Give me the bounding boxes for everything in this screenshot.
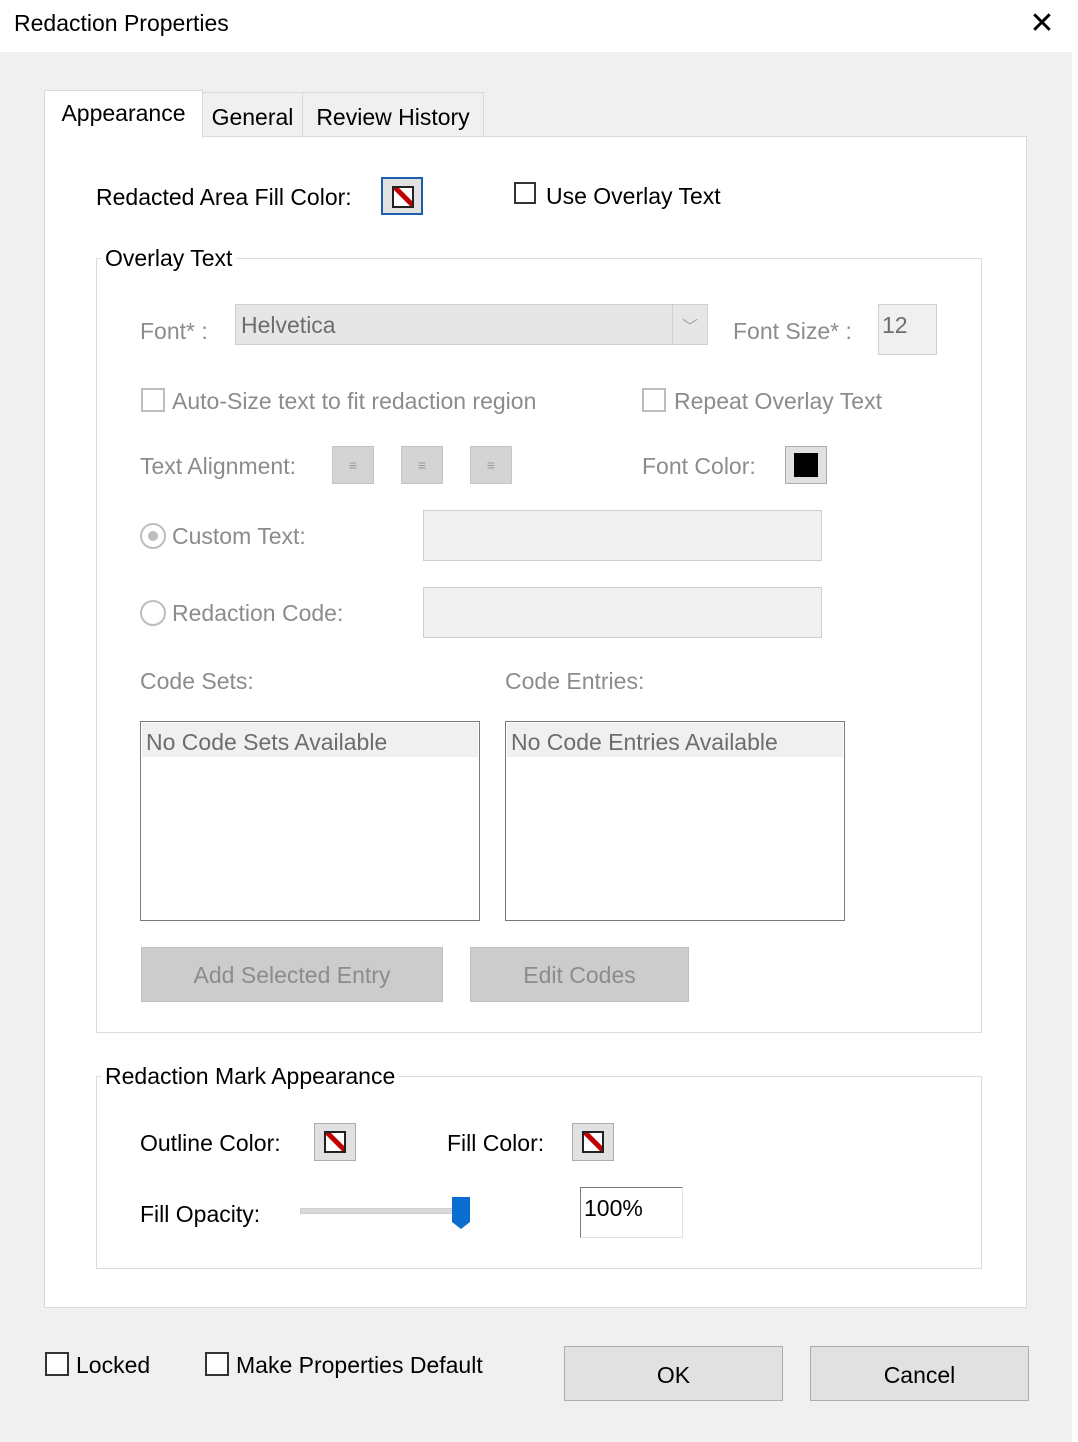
redacted-area-fill-color-button[interactable] xyxy=(381,177,423,215)
code-entries-label: Code Entries: xyxy=(505,668,645,694)
code-sets-list[interactable]: No Code Sets Available xyxy=(140,721,480,921)
use-overlay-text-label: Use Overlay Text xyxy=(546,183,721,209)
fill-opacity-label: Fill Opacity: xyxy=(140,1201,261,1227)
custom-text-radio[interactable] xyxy=(140,523,166,549)
font-color-swatch xyxy=(794,453,818,477)
list-item: No Code Entries Available xyxy=(507,723,843,757)
align-right-icon[interactable]: ≡ xyxy=(470,446,512,484)
overlay-text-legend: Overlay Text xyxy=(101,245,237,272)
auto-size-checkbox[interactable] xyxy=(141,388,165,412)
edit-codes-button[interactable]: Edit Codes xyxy=(470,947,689,1002)
make-default-checkbox[interactable] xyxy=(205,1352,229,1376)
tab-review-history[interactable]: Review History xyxy=(302,92,484,137)
repeat-overlay-label: Repeat Overlay Text xyxy=(674,388,882,414)
code-entries-list[interactable]: No Code Entries Available xyxy=(505,721,845,921)
align-left-icon[interactable]: ≡ xyxy=(332,446,374,484)
outline-color-button[interactable] xyxy=(314,1123,356,1161)
repeat-overlay-checkbox[interactable] xyxy=(642,388,666,412)
font-label: Font* : xyxy=(140,318,208,344)
chevron-down-icon: ﹀ xyxy=(682,319,699,336)
redaction-mark-legend: Redaction Mark Appearance xyxy=(101,1063,400,1090)
locked-checkbox[interactable] xyxy=(45,1352,69,1376)
list-item: No Code Sets Available xyxy=(142,723,478,757)
tab-general[interactable]: General xyxy=(200,92,305,137)
redaction-code-radio[interactable] xyxy=(140,600,166,626)
font-size-label: Font Size* : xyxy=(733,318,852,344)
dropdown-divider xyxy=(672,305,673,344)
fill-color-label-mark: Fill Color: xyxy=(447,1130,545,1156)
no-color-icon xyxy=(324,1131,346,1153)
custom-text-label: Custom Text: xyxy=(172,523,306,549)
redaction-code-label: Redaction Code: xyxy=(172,600,344,626)
outline-color-label: Outline Color: xyxy=(140,1130,281,1156)
redaction-mark-group xyxy=(96,1076,982,1269)
fill-opacity-value: 100% xyxy=(584,1195,643,1221)
custom-text-input[interactable] xyxy=(423,510,822,561)
no-color-icon xyxy=(582,1131,604,1153)
font-color-button[interactable] xyxy=(785,446,827,484)
window-title: Redaction Properties xyxy=(14,10,229,36)
add-selected-entry-button[interactable]: Add Selected Entry xyxy=(141,947,443,1002)
fill-opacity-slider-thumb[interactable] xyxy=(451,1196,471,1230)
auto-size-label: Auto-Size text to fit redaction region xyxy=(172,388,537,414)
locked-label: Locked xyxy=(76,1352,151,1378)
fill-opacity-slider-track[interactable] xyxy=(300,1208,470,1214)
font-dropdown[interactable]: Helvetica ﹀ xyxy=(235,304,708,345)
close-icon[interactable]: ✕ xyxy=(1026,6,1058,42)
font-size-value: 12 xyxy=(882,312,908,338)
cancel-button[interactable]: Cancel xyxy=(810,1346,1029,1401)
align-center-icon[interactable]: ≡ xyxy=(401,446,443,484)
fill-opacity-input[interactable]: 100% xyxy=(580,1187,683,1238)
use-overlay-text-checkbox[interactable] xyxy=(514,182,536,204)
window-edge xyxy=(1072,0,1078,1442)
tab-appearance[interactable]: Appearance xyxy=(44,90,203,138)
font-color-label: Font Color: xyxy=(642,453,756,479)
code-sets-label: Code Sets: xyxy=(140,668,254,694)
no-color-icon xyxy=(392,186,414,208)
font-size-input[interactable]: 12 xyxy=(878,304,937,355)
redaction-code-input[interactable] xyxy=(423,587,822,638)
mark-fill-color-button[interactable] xyxy=(572,1123,614,1161)
fill-color-label: Redacted Area Fill Color: xyxy=(96,184,352,210)
ok-button[interactable]: OK xyxy=(564,1346,783,1401)
font-dropdown-value: Helvetica xyxy=(241,312,336,338)
make-default-label: Make Properties Default xyxy=(236,1352,483,1378)
text-alignment-label: Text Alignment: xyxy=(140,453,296,479)
